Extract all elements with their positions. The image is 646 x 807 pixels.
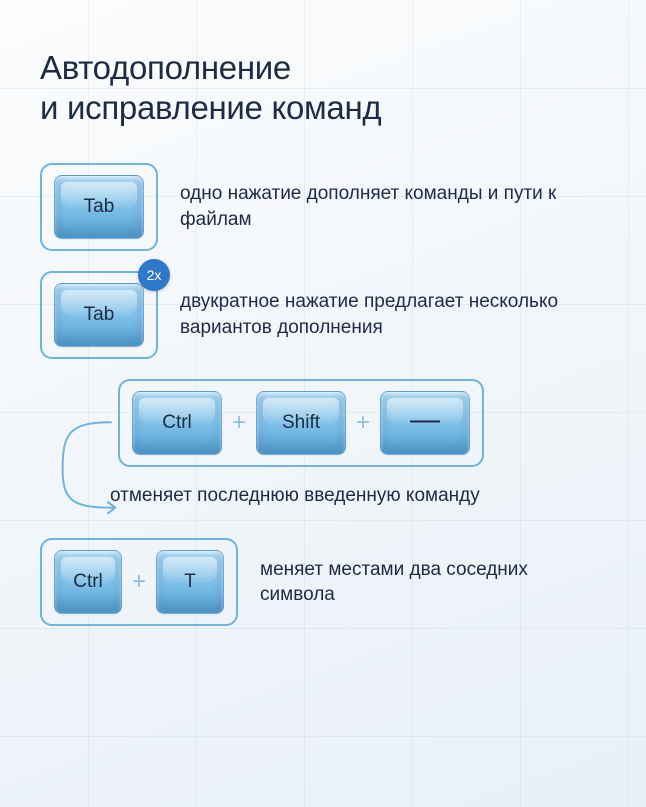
key-group-tab: Tab <box>40 163 158 251</box>
key-ctrl: Ctrl <box>54 550 122 614</box>
key-tab: Tab <box>54 175 144 239</box>
shortcut-block: Ctrl + Shift + — отменяет последнюю введ… <box>118 379 606 509</box>
plus-separator: + <box>132 568 146 596</box>
page-title: Автодополнениеи исправление команд <box>40 48 606 129</box>
key-group-swap: Ctrl + T <box>40 538 238 626</box>
plus-separator: + <box>232 409 246 437</box>
key-label: Tab <box>84 196 115 218</box>
key-label: Ctrl <box>162 412 192 434</box>
key-group-undo: Ctrl + Shift + — <box>118 379 484 467</box>
key-ctrl: Ctrl <box>132 391 222 455</box>
key-t: T <box>156 550 224 614</box>
key-label: — <box>410 403 440 437</box>
shortcut-desc-row: отменяет последнюю введенную команду <box>110 483 606 509</box>
arrow-icon <box>52 415 126 515</box>
plus-separator: + <box>356 409 370 437</box>
key-dash: — <box>380 391 470 455</box>
key-tab: Tab <box>54 283 144 347</box>
key-label: Ctrl <box>73 571 103 593</box>
key-group-tab-2x: Tab 2x <box>40 271 158 359</box>
shortcut-desc: двукратное нажатие предлагает несколько … <box>180 289 606 340</box>
shortcut-desc: отменяет последнюю введенную команду <box>110 483 480 509</box>
key-label: Shift <box>282 412 320 434</box>
shortcut-desc: меняет местами два соседних символа <box>260 557 606 608</box>
key-label: Tab <box>84 304 115 326</box>
key-shift: Shift <box>256 391 346 455</box>
shortcut-row: Tab одно нажатие дополняет команды и пут… <box>40 163 606 251</box>
repeat-badge: 2x <box>138 259 170 291</box>
shortcut-row: Tab 2x двукратное нажатие предлагает нес… <box>40 271 606 359</box>
key-label: T <box>184 571 196 593</box>
shortcut-desc: одно нажатие дополняет команды и пути к … <box>180 181 606 232</box>
shortcut-row: Ctrl + T меняет местами два соседних сим… <box>40 538 606 626</box>
